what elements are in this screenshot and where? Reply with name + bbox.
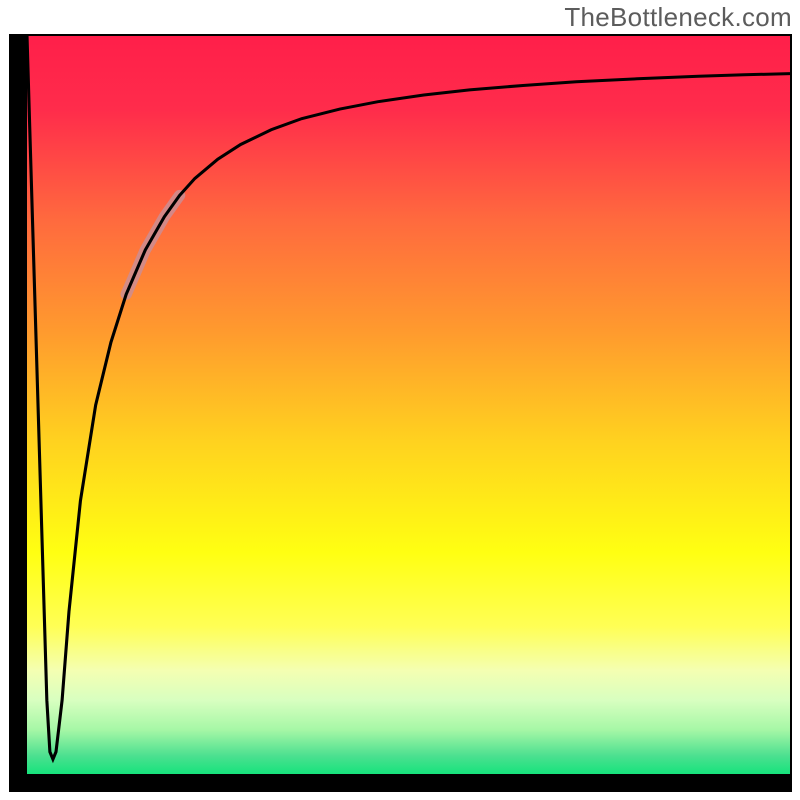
watermark-text: TheBottleneck.com: [564, 2, 792, 33]
plot-area: [27, 36, 790, 774]
curve-layer: [27, 36, 790, 774]
curve-line: [27, 36, 790, 759]
chart-border: [9, 34, 792, 792]
chart-frame: TheBottleneck.com: [0, 0, 800, 800]
